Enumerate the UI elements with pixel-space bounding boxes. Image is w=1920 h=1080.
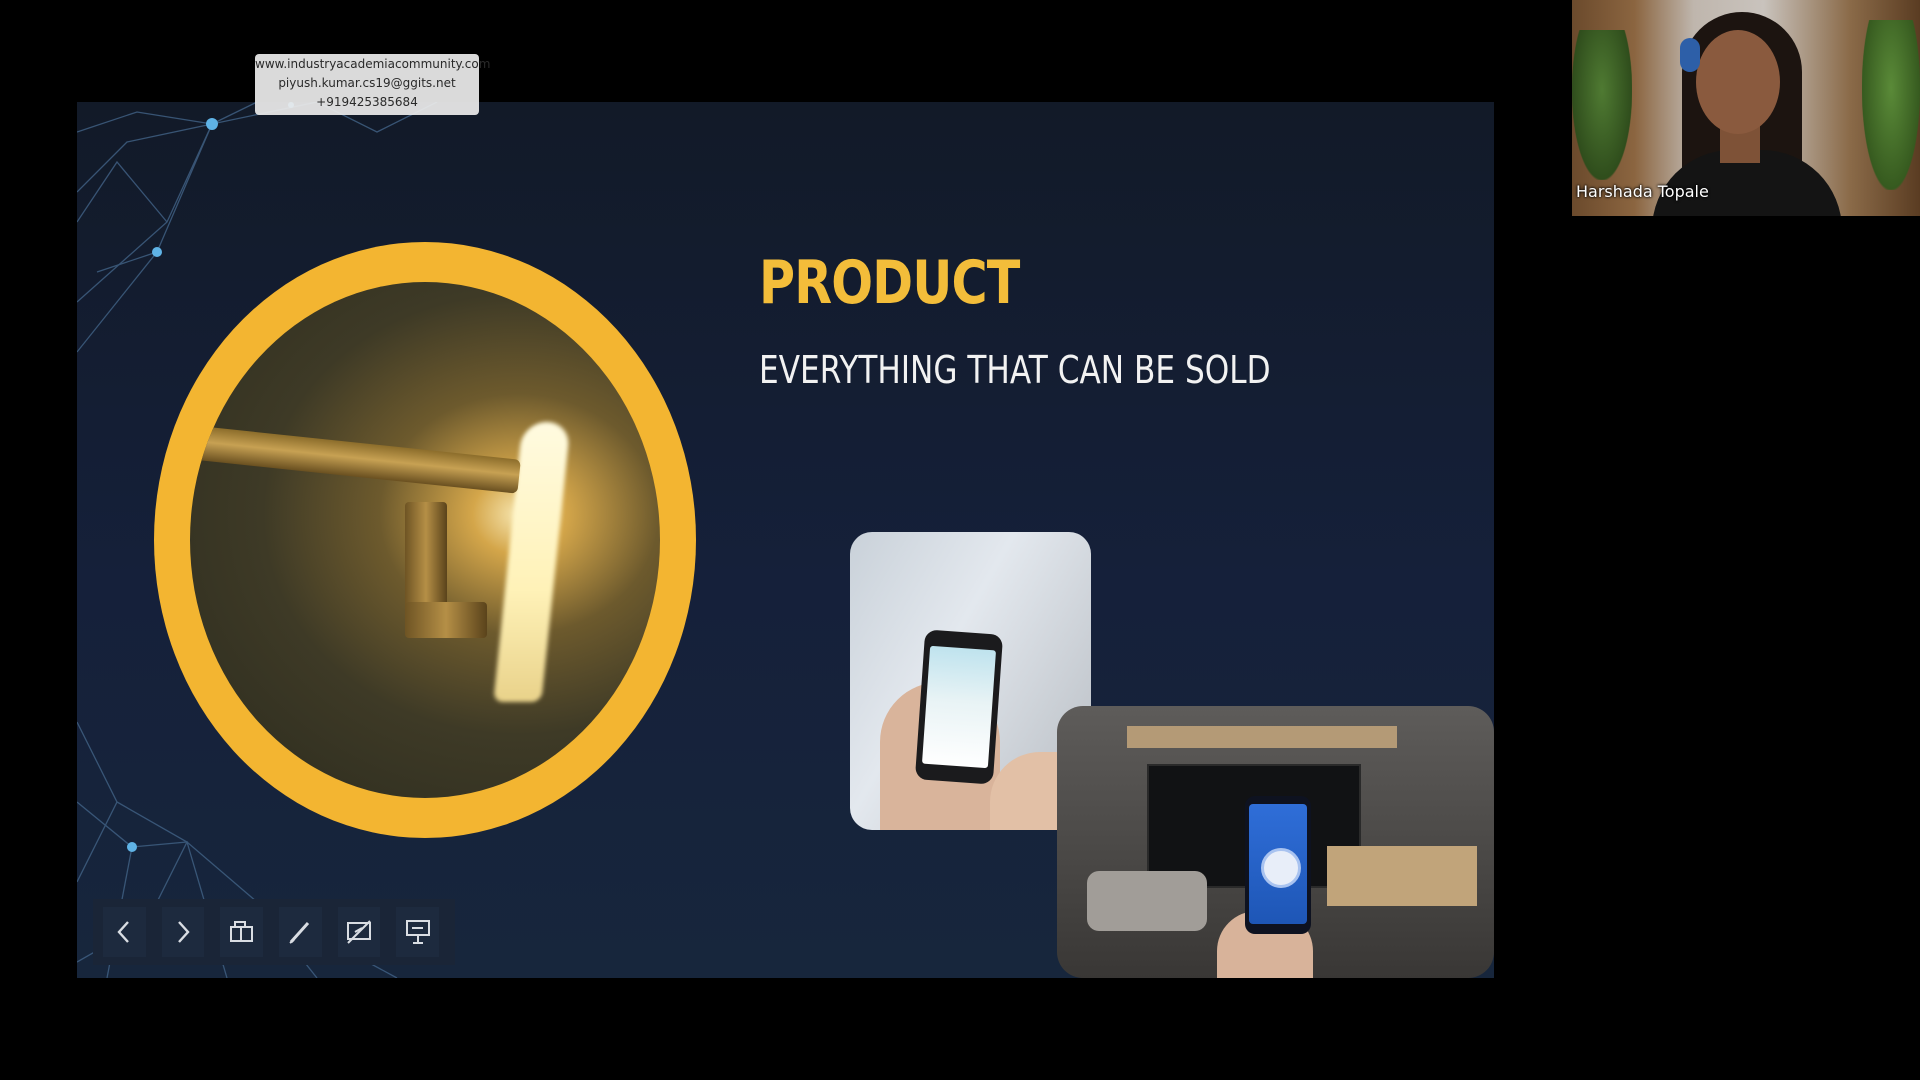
meeting-screen: PRODUCT EVERYTHING THAT CAN BE SOLD www.…	[0, 0, 1920, 1080]
slide-subtitle: EVERYTHING THAT CAN BE SOLD	[759, 348, 1271, 392]
participant-name-label: Harshada Topale	[1576, 182, 1709, 201]
presenter-view-icon	[405, 920, 430, 944]
previous-slide-button[interactable]	[103, 907, 146, 957]
watermark-phone: +919425385684	[316, 95, 418, 109]
slide-title: PRODUCT	[759, 248, 1020, 318]
watermark-website: www.industryacademiacommunity.com	[255, 57, 491, 71]
chevron-right-icon	[178, 921, 190, 943]
presentation-toolbar	[93, 899, 455, 965]
annotation-off-icon	[347, 920, 372, 944]
smart-home-phone-image	[1057, 706, 1494, 978]
hands-holding-phone-image	[850, 532, 1091, 830]
next-slide-button[interactable]	[161, 907, 205, 957]
annotation-toggle-button[interactable]	[337, 907, 381, 957]
slides-overview-button[interactable]	[220, 907, 264, 957]
presentation-slide: PRODUCT EVERYTHING THAT CAN BE SOLD	[77, 102, 1494, 978]
key-in-lock-image	[190, 282, 660, 798]
pen-icon	[289, 921, 310, 944]
chevron-left-icon	[117, 921, 130, 943]
presenter-view-button[interactable]	[396, 907, 440, 957]
watermark-email: piyush.kumar.cs19@ggits.net	[278, 76, 456, 90]
watermark-overlay: www.industryacademiacommunity.com piyush…	[255, 54, 491, 115]
pen-tool-button[interactable]	[279, 907, 322, 957]
slides-overview-icon	[229, 921, 253, 942]
